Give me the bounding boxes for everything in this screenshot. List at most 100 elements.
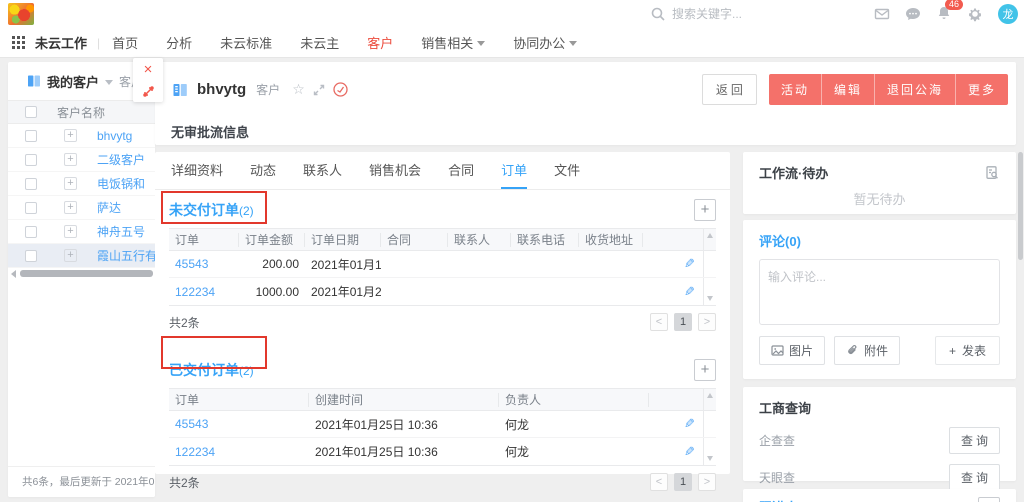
more-button[interactable]: 更多 — [955, 74, 1008, 105]
horizontal-scrollbar[interactable] — [8, 269, 155, 278]
nav-item-collab[interactable]: 协同办公 — [513, 33, 577, 52]
row-expander[interactable]: + — [64, 153, 77, 166]
customer-row[interactable]: + 萨达 — [8, 196, 155, 220]
close-icon[interactable]: × — [144, 62, 153, 77]
row-checkbox[interactable] — [25, 250, 37, 262]
scroll-down-icon[interactable] — [707, 296, 713, 301]
star-icon[interactable]: ☆ — [292, 81, 305, 98]
order-row[interactable]: 45543 2021年01月25日 10:36 何龙 ✎ — [169, 411, 716, 438]
order-link[interactable]: 45543 — [169, 417, 309, 431]
return-to-pool-button[interactable]: 退回公海 — [874, 74, 955, 105]
row-expander[interactable]: + — [64, 129, 77, 142]
select-all-checkbox[interactable] — [25, 106, 37, 118]
row-checkbox[interactable] — [25, 226, 37, 238]
settings-gear-icon[interactable] — [967, 6, 983, 22]
app-grid-icon[interactable] — [12, 36, 25, 49]
user-avatar[interactable]: 龙 — [998, 4, 1018, 24]
edit-pencil-icon[interactable]: ✎ — [684, 416, 695, 432]
scroll-left-icon[interactable] — [11, 270, 16, 278]
activity-button[interactable]: 活动 — [769, 74, 821, 105]
add-follower-button[interactable]: + — [978, 497, 1000, 502]
tab-details[interactable]: 详细资料 — [171, 152, 223, 189]
row-expander[interactable]: + — [64, 201, 77, 214]
next-page-button[interactable]: > — [698, 473, 716, 491]
next-page-button[interactable]: > — [698, 313, 716, 331]
row-expander[interactable]: + — [64, 249, 77, 262]
prev-page-button[interactable]: < — [650, 313, 668, 331]
nav-item-analysis[interactable]: 分析 — [166, 33, 192, 52]
order-row[interactable]: 122234 1000.00 2021年01月25日 ✎ — [169, 278, 716, 305]
comment-input[interactable] — [759, 259, 1000, 325]
customer-link[interactable]: 电饭锅和 — [97, 175, 145, 192]
query-button[interactable]: 查询 — [949, 427, 1000, 454]
mail-icon[interactable] — [874, 6, 890, 22]
order-row[interactable]: 122234 2021年01月25日 10:36 何龙 ✎ — [169, 438, 716, 465]
customer-link[interactable]: 二级客户 — [97, 151, 145, 168]
edit-button[interactable]: 编辑 — [821, 74, 874, 105]
customer-row[interactable]: + 霞山五行有限 — [8, 244, 155, 268]
order-link[interactable]: 45543 — [169, 257, 239, 271]
notifications[interactable]: 46 — [936, 5, 952, 24]
image-button[interactable]: 图片 — [759, 336, 825, 365]
nav-item-home[interactable]: 首页 — [112, 33, 138, 52]
row-checkbox[interactable] — [25, 154, 37, 166]
order-link[interactable]: 122234 — [169, 285, 239, 299]
workspace-label[interactable]: 未云工作 — [35, 33, 87, 52]
edit-pencil-icon[interactable]: ✎ — [684, 256, 695, 272]
page-number[interactable]: 1 — [674, 473, 692, 491]
customer-link[interactable]: 萨达 — [97, 199, 121, 216]
page-number[interactable]: 1 — [674, 313, 692, 331]
scroll-up-icon[interactable] — [707, 233, 713, 238]
customer-link[interactable]: 霞山五行有限 — [97, 247, 155, 264]
add-order-button[interactable]: + — [694, 199, 716, 221]
order-row[interactable]: 45543 200.00 2021年01月12日 ✎ — [169, 251, 716, 278]
back-button[interactable]: 返回 — [702, 74, 757, 105]
customer-row[interactable]: + 二级客户 — [8, 148, 155, 172]
table-scrollbar[interactable] — [703, 389, 716, 410]
scroll-up-icon[interactable] — [707, 393, 713, 398]
tab-contacts[interactable]: 联系人 — [303, 152, 342, 189]
tab-files[interactable]: 文件 — [554, 152, 580, 189]
expand-diagonal-icon[interactable] — [142, 85, 155, 98]
add-order-button[interactable]: + — [694, 359, 716, 381]
scroll-down-icon[interactable] — [707, 456, 713, 461]
customer-row[interactable]: + 电饭锅和 — [8, 172, 155, 196]
nav-item-main[interactable]: 未云主 — [300, 33, 339, 52]
audit-log-icon[interactable] — [984, 165, 1000, 181]
chat-icon[interactable] — [905, 6, 921, 22]
order-link[interactable]: 122234 — [169, 445, 309, 459]
tab-orders[interactable]: 订单 — [501, 152, 527, 189]
app-logo[interactable] — [8, 3, 34, 25]
scrollbar-thumb[interactable] — [20, 270, 153, 277]
row-checkbox[interactable] — [25, 178, 37, 190]
tab-opportunities[interactable]: 销售机会 — [369, 152, 421, 189]
row-expander[interactable]: + — [64, 177, 77, 190]
tab-contracts[interactable]: 合同 — [448, 152, 474, 189]
table-scrollbar[interactable] — [703, 229, 716, 250]
total-count: 共2条 — [169, 474, 200, 491]
row-checkbox[interactable] — [25, 202, 37, 214]
customer-link[interactable]: bhvytg — [97, 129, 132, 143]
customer-link[interactable]: 神舟五号 — [97, 223, 145, 240]
edit-pencil-icon[interactable]: ✎ — [684, 284, 695, 300]
search-input[interactable] — [672, 7, 782, 21]
row-expander[interactable]: + — [64, 225, 77, 238]
attachment-button[interactable]: 附件 — [834, 336, 900, 365]
publish-button[interactable]: + 发表 — [935, 336, 1000, 365]
prev-page-button[interactable]: < — [650, 473, 668, 491]
customer-row[interactable]: + bhvytg — [8, 124, 155, 148]
page-scrollbar-thumb[interactable] — [1018, 152, 1023, 260]
nav-item-sales[interactable]: 销售相关 — [421, 33, 485, 52]
query-button[interactable]: 查询 — [949, 464, 1000, 491]
nav-item-customers[interactable]: 客户 — [367, 33, 393, 52]
list-title[interactable]: 我的客户 — [47, 72, 99, 91]
fullscreen-icon[interactable] — [313, 84, 325, 96]
edit-pencil-icon[interactable]: ✎ — [684, 444, 695, 460]
order-date: 2021年01月25日 — [305, 283, 381, 300]
customer-row[interactable]: + 神舟五号 — [8, 220, 155, 244]
tab-activity[interactable]: 动态 — [250, 152, 276, 189]
nav-items: 首页 分析 未云标准 未云主 客户 销售相关 协同办公 — [112, 33, 577, 52]
row-checkbox[interactable] — [25, 130, 37, 142]
nav-item-standard[interactable]: 未云标准 — [220, 33, 272, 52]
chevron-down-icon[interactable] — [105, 80, 113, 85]
